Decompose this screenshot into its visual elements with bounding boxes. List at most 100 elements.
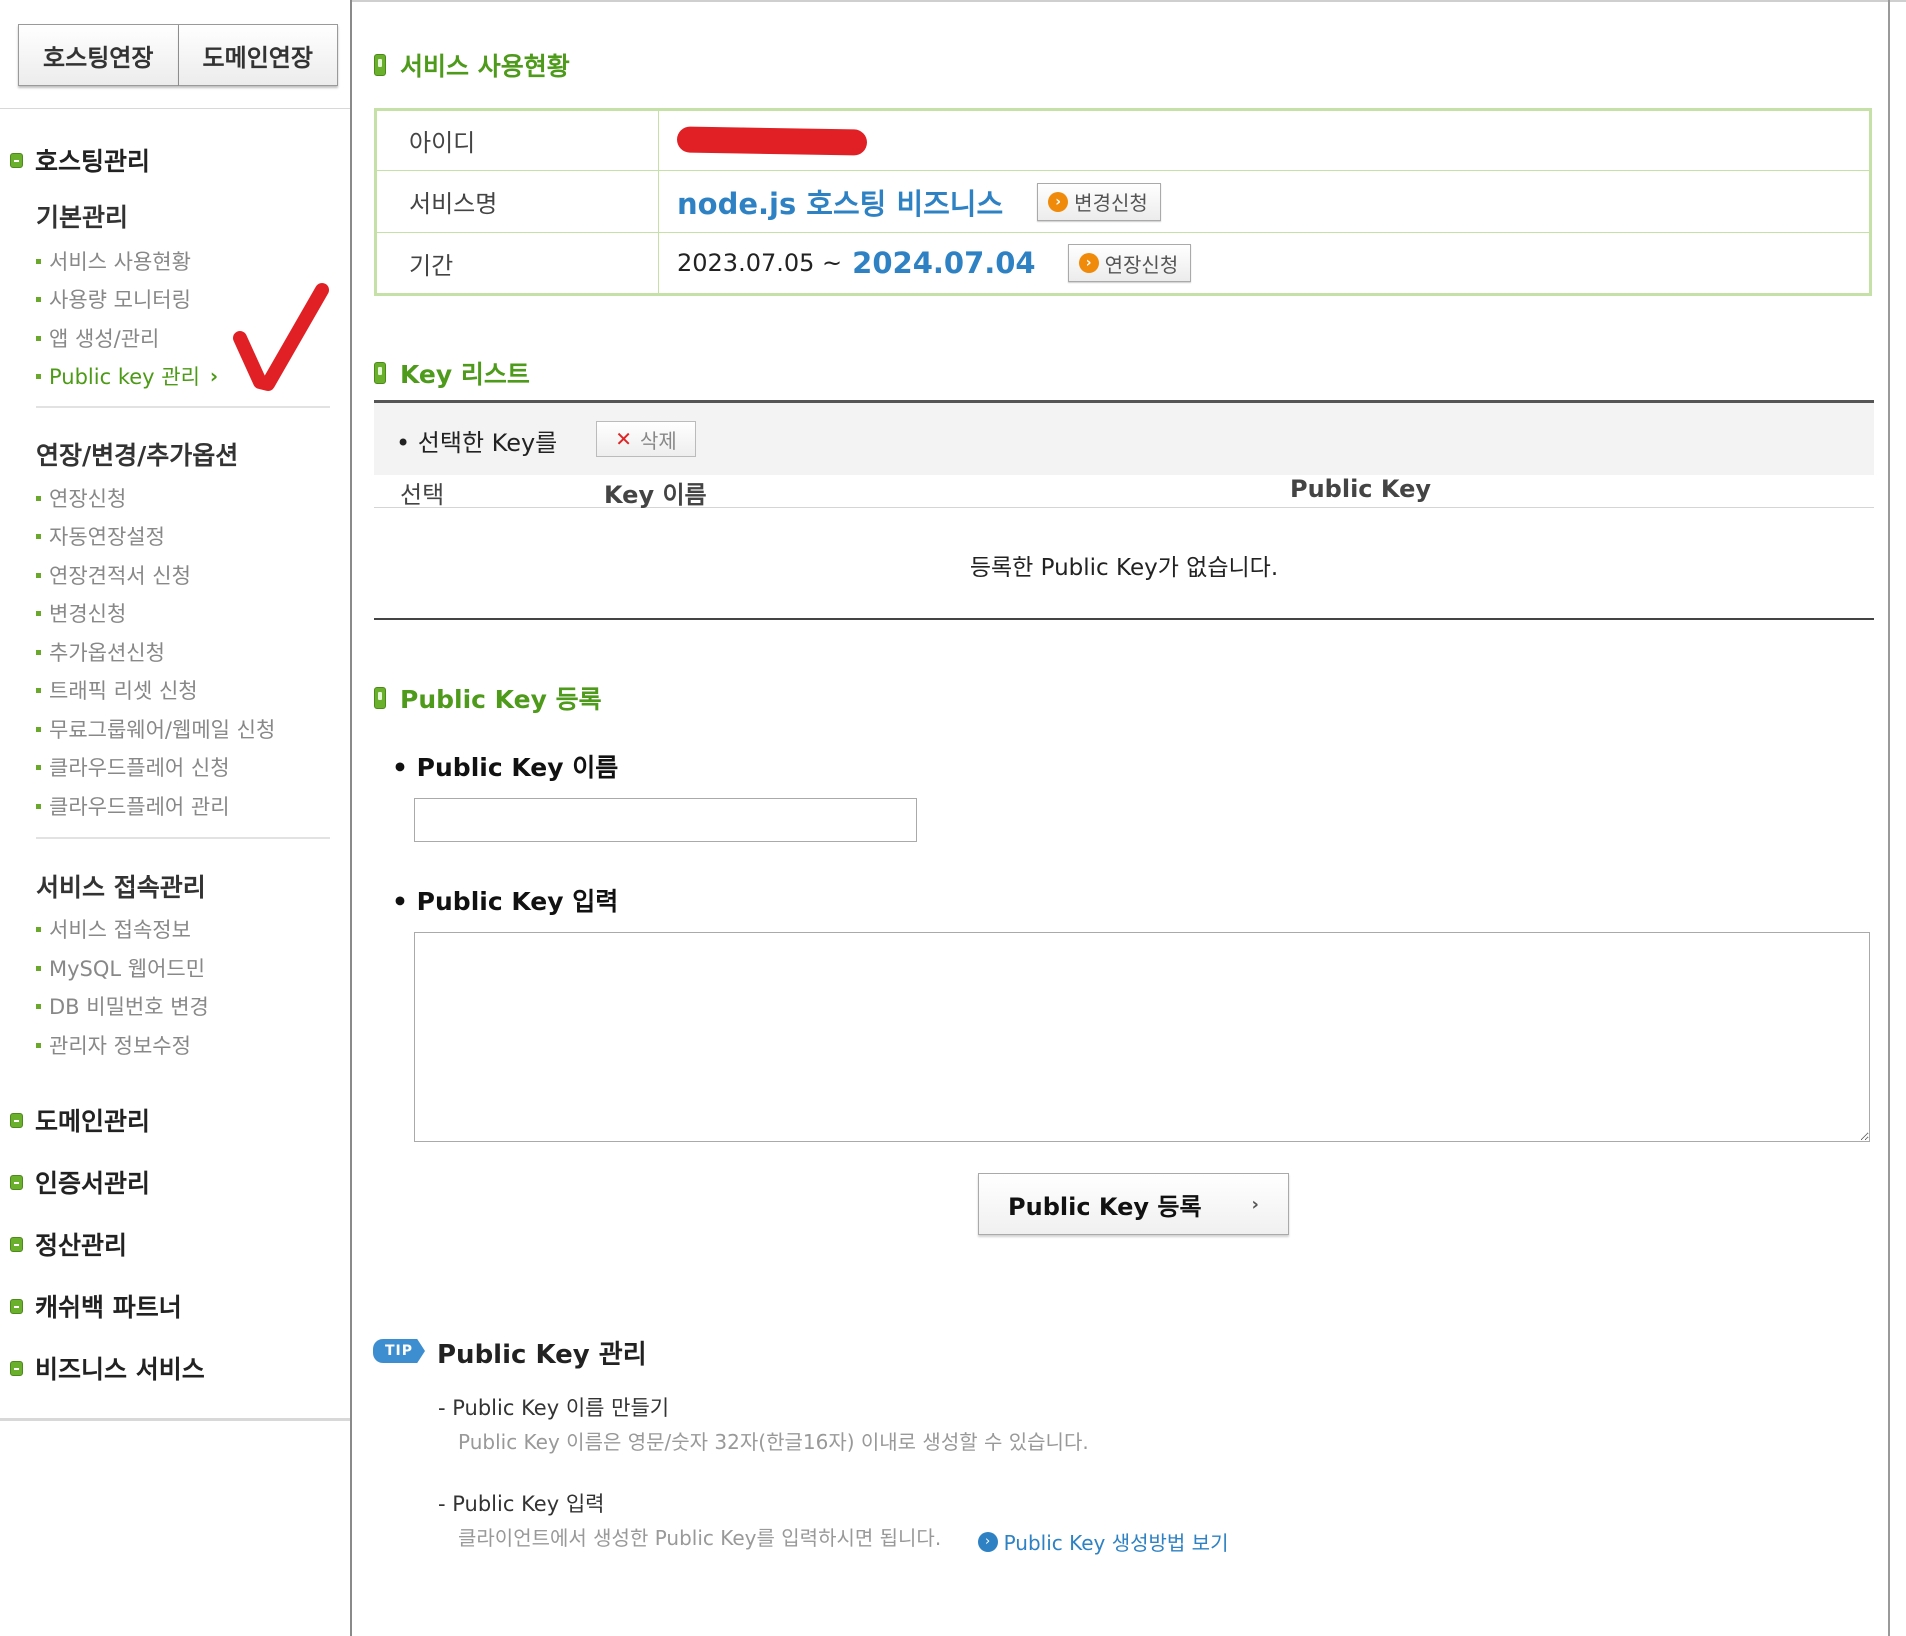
status-label: 서비스명 bbox=[377, 171, 659, 232]
menu-item-label: 서비스 사용현황 bbox=[49, 250, 191, 274]
bullet-icon bbox=[36, 726, 41, 732]
arrow-circle-icon: › bbox=[977, 1531, 998, 1552]
sidebar-separator bbox=[36, 406, 330, 408]
collapse-icon bbox=[10, 1174, 23, 1190]
category-label: 도메인관리 bbox=[35, 1107, 151, 1136]
column-header-public-key: Public Key bbox=[1290, 475, 1431, 503]
domain-extend-button[interactable]: 도메인연장 bbox=[178, 24, 338, 86]
link-label: Public Key 생성방법 보기 bbox=[1003, 1531, 1229, 1555]
menu-item-label: MySQL 웹어드민 bbox=[49, 957, 206, 981]
key-guide-link[interactable]: › Public Key 생성방법 보기 bbox=[977, 1527, 1229, 1556]
menu-item-auto-extend[interactable]: 자동연장설정 bbox=[36, 521, 165, 551]
menu-item-public-key[interactable]: Public key 관리 › bbox=[36, 361, 218, 391]
category-cert[interactable]: 인증서관리 bbox=[10, 1164, 150, 1200]
subhead-access: 서비스 접속관리 bbox=[36, 873, 206, 902]
menu-item-usage-monitor[interactable]: 사용량 모니터링 bbox=[36, 284, 191, 314]
menu-item-label: 추가옵션신청 bbox=[49, 641, 165, 665]
menu-item-access-info[interactable]: 서비스 접속정보 bbox=[36, 914, 191, 944]
bullet-icon bbox=[36, 495, 41, 501]
menu-item-cloudflare-request[interactable]: 클라우드플레어 신청 bbox=[36, 752, 230, 782]
menu-item-app-manage[interactable]: 앱 생성/관리 bbox=[36, 323, 159, 353]
menu-item-label: 클라우드플레어 관리 bbox=[49, 795, 230, 819]
menu-item-label: 무료그룹웨어/웹메일 신청 bbox=[49, 718, 276, 742]
subhead-extend: 연장/변경/추가옵션 bbox=[36, 441, 239, 470]
category-label: 인증서관리 bbox=[35, 1169, 151, 1198]
category-label: 비즈니스 서비스 bbox=[35, 1355, 205, 1384]
menu-item-label: 변경신청 bbox=[49, 602, 127, 626]
keylist-header: 선택 Key 이름 Public Key bbox=[374, 475, 1874, 509]
menu-item-label: 연장견적서 신청 bbox=[49, 564, 191, 588]
menu-item-extend-quote[interactable]: 연장견적서 신청 bbox=[36, 560, 191, 590]
menu-item-extend-request[interactable]: 연장신청 bbox=[36, 483, 126, 513]
sidebar-divider bbox=[0, 108, 350, 109]
menu-item-free-groupware[interactable]: 무료그룹웨어/웹메일 신청 bbox=[36, 714, 275, 744]
menu-item-label: 관리자 정보수정 bbox=[49, 1034, 191, 1058]
bullet-icon bbox=[36, 373, 41, 379]
tip-item-desc-row: 클라이언트에서 생성한 Public Key를 입력하시면 됩니다. › Pub… bbox=[458, 1522, 1228, 1556]
bullet-icon bbox=[36, 764, 41, 770]
right-border bbox=[1888, 0, 1890, 1636]
button-label: Public Key 등록 bbox=[1008, 1192, 1202, 1221]
button-label: 삭제 bbox=[639, 428, 677, 453]
key-name-label: • Public Key 이름 bbox=[392, 753, 619, 782]
section-title-register: Public Key 등록 bbox=[374, 680, 602, 716]
collapse-icon bbox=[10, 1236, 23, 1252]
delete-button[interactable]: ✕ 삭제 bbox=[596, 421, 696, 457]
tip-item-desc: Public Key 이름은 영문/숫자 32자(한글16자) 이내로 생성할 … bbox=[458, 1430, 1089, 1454]
menu-item-cloudflare-manage[interactable]: 클라우드플레어 관리 bbox=[36, 791, 230, 821]
hosting-extend-button[interactable]: 호스팅연장 bbox=[18, 24, 179, 86]
tip-item-desc: 클라이언트에서 생성한 Public Key를 입력하시면 됩니다. bbox=[458, 1526, 942, 1550]
menu-item-mysql-admin[interactable]: MySQL 웹어드민 bbox=[36, 953, 205, 983]
category-label: 정산관리 bbox=[35, 1231, 128, 1260]
status-label: 아이디 bbox=[377, 111, 659, 170]
red-checkmark-annotation bbox=[233, 283, 329, 391]
service-status-table: 아이디 서비스명 node.js 호스팅 비즈니스 › 변경신청 기간 2023… bbox=[374, 108, 1872, 296]
menu-item-label: 클라우드플레어 신청 bbox=[49, 756, 230, 780]
menu-item-add-option[interactable]: 추가옵션신청 bbox=[36, 637, 165, 667]
category-label: 캐쉬백 파트너 bbox=[35, 1293, 182, 1322]
change-request-button[interactable]: › 변경신청 bbox=[1037, 182, 1161, 221]
section-title-keylist: Key 리스트 bbox=[374, 355, 530, 391]
bullet-icon bbox=[36, 335, 41, 341]
tip-title: Public Key 관리 bbox=[437, 1340, 647, 1370]
section-title-label: Public Key 등록 bbox=[400, 685, 602, 714]
key-name-input[interactable] bbox=[414, 798, 917, 842]
bullet-icon bbox=[36, 803, 41, 809]
period-start: 2023.07.05 ~ bbox=[677, 249, 843, 277]
keylist-bottom-rule bbox=[374, 618, 1874, 620]
category-domain[interactable]: 도메인관리 bbox=[10, 1102, 150, 1138]
menu-item-db-password[interactable]: DB 비밀번호 변경 bbox=[36, 991, 209, 1021]
category-billing[interactable]: 정산관리 bbox=[10, 1226, 127, 1262]
bullet-icon bbox=[36, 610, 41, 616]
menu-item-label: 자동연장설정 bbox=[49, 525, 165, 549]
category-hosting[interactable]: 호스팅관리 bbox=[10, 142, 150, 178]
button-label: 변경신청 bbox=[1074, 191, 1148, 215]
button-label: 연장신청 bbox=[1104, 252, 1179, 277]
status-value: node.js 호스팅 비즈니스 › 변경신청 bbox=[677, 171, 1869, 232]
menu-item-traffic-reset[interactable]: 트래픽 리셋 신청 bbox=[36, 675, 198, 705]
menu-item-admin-info[interactable]: 관리자 정보수정 bbox=[36, 1030, 191, 1060]
register-key-button[interactable]: Public Key 등록 › bbox=[978, 1173, 1289, 1235]
menu-item-change-request[interactable]: 변경신청 bbox=[36, 598, 126, 628]
column-header-key-name: Key 이름 bbox=[604, 481, 707, 509]
status-row-period: 기간 2023.07.05 ~ 2024.07.04 › 연장신청 bbox=[377, 233, 1869, 293]
bullet-icon bbox=[36, 258, 41, 264]
category-business[interactable]: 비즈니스 서비스 bbox=[10, 1350, 205, 1386]
section-bullet-icon bbox=[374, 687, 386, 709]
bullet-icon bbox=[36, 296, 41, 302]
sidebar-separator bbox=[36, 837, 330, 839]
public-key-textarea[interactable] bbox=[414, 932, 1870, 1142]
collapse-icon bbox=[10, 1298, 23, 1314]
tip-item-head: - Public Key 입력 bbox=[438, 1492, 605, 1516]
category-cashback[interactable]: 캐쉬백 파트너 bbox=[10, 1288, 182, 1324]
menu-item-service-usage[interactable]: 서비스 사용현황 bbox=[36, 246, 191, 276]
top-border bbox=[352, 0, 1906, 6]
extend-request-button[interactable]: › 연장신청 bbox=[1067, 244, 1192, 282]
section-bullet-icon bbox=[374, 362, 386, 384]
section-bullet-icon bbox=[374, 54, 386, 76]
tip-item-head: - Public Key 이름 만들기 bbox=[438, 1396, 670, 1420]
arrow-circle-icon: › bbox=[1048, 191, 1069, 212]
menu-item-label: 사용량 모니터링 bbox=[49, 288, 191, 312]
bullet-icon bbox=[36, 1042, 41, 1048]
bullet-icon bbox=[36, 926, 41, 932]
